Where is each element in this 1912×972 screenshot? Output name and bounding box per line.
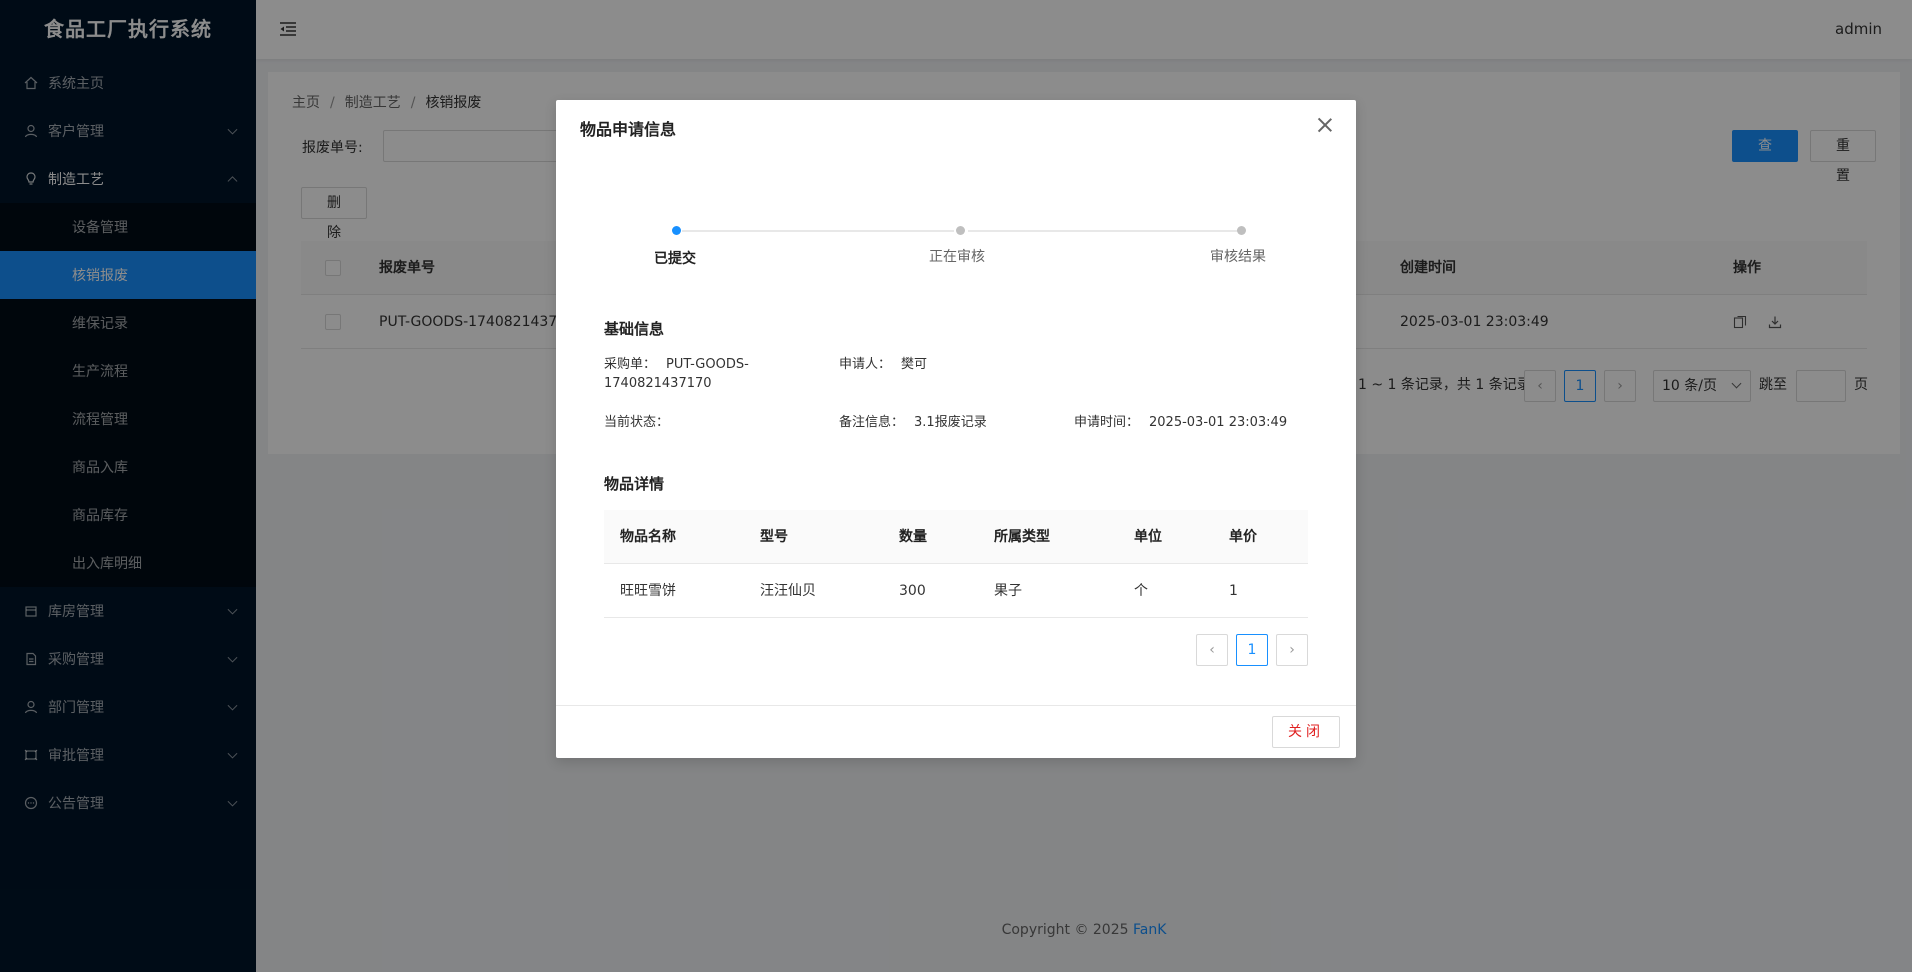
detail-table-header: 物品名称 型号 数量 所属类型 单位 单价 bbox=[604, 510, 1308, 564]
cell-category: 果子 bbox=[994, 583, 1022, 599]
modal-title: 物品申请信息 bbox=[580, 120, 677, 139]
cell-quantity: 300 bbox=[899, 583, 926, 599]
detail-next-page-button[interactable]: › bbox=[1276, 634, 1308, 666]
col-category: 所属类型 bbox=[994, 529, 1050, 545]
info-order-value: PUT-GOODS- bbox=[666, 357, 749, 372]
detail-table-row: 旺旺雪饼 汪汪仙贝 300 果子 个 1 bbox=[604, 564, 1308, 618]
info-order-label: 采购单： bbox=[604, 357, 657, 372]
cell-model: 汪汪仙贝 bbox=[760, 583, 816, 599]
col-price: 单价 bbox=[1229, 529, 1257, 545]
info-remark-label: 备注信息： bbox=[839, 415, 905, 430]
col-model: 型号 bbox=[760, 529, 788, 545]
info-time-value: 2025-03-01 23:03:49 bbox=[1149, 415, 1288, 430]
step-dot-reviewing bbox=[956, 226, 965, 235]
info-remark-value: 3.1报废记录 bbox=[914, 415, 987, 430]
col-unit: 单位 bbox=[1134, 529, 1162, 545]
col-goods-name: 物品名称 bbox=[620, 529, 676, 545]
info-order-value-cont: 1740821437170 bbox=[604, 376, 712, 391]
cell-price: 1 bbox=[1229, 583, 1238, 599]
info-time-label: 申请时间： bbox=[1074, 415, 1140, 430]
basic-info-title: 基础信息 bbox=[604, 320, 665, 338]
info-status: 当前状态： bbox=[604, 413, 679, 432]
step-label-submitted: 已提交 bbox=[654, 251, 696, 267]
col-quantity: 数量 bbox=[899, 529, 927, 545]
info-order: 采购单： PUT-GOODS- 1740821437170 bbox=[604, 355, 804, 393]
step-connector-1 bbox=[682, 230, 954, 232]
cell-goods-name: 旺旺雪饼 bbox=[620, 583, 676, 599]
cell-unit: 个 bbox=[1134, 583, 1148, 599]
detail-page-1-button[interactable]: 1 bbox=[1236, 634, 1268, 666]
detail-prev-page-button[interactable]: ‹ bbox=[1196, 634, 1228, 666]
step-label-reviewing: 正在审核 bbox=[929, 249, 985, 265]
close-button[interactable]: 关闭 bbox=[1272, 716, 1340, 748]
step-connector-2 bbox=[968, 230, 1240, 232]
detail-title: 物品详情 bbox=[604, 475, 665, 493]
close-icon[interactable] bbox=[1318, 118, 1332, 132]
info-applicant: 申请人： 樊可 bbox=[839, 355, 927, 374]
info-time: 申请时间： 2025-03-01 23:03:49 bbox=[1074, 413, 1287, 432]
info-status-label: 当前状态： bbox=[604, 415, 670, 430]
step-label-result: 审核结果 bbox=[1210, 249, 1266, 265]
step-dot-result bbox=[1237, 226, 1246, 235]
info-applicant-value: 樊可 bbox=[901, 357, 928, 372]
step-dot-submitted bbox=[672, 226, 681, 235]
info-applicant-label: 申请人： bbox=[839, 357, 892, 372]
info-remark: 备注信息： 3.1报废记录 bbox=[839, 413, 987, 432]
goods-application-modal: 物品申请信息 已提交 正在审核 审核结果 基础信息 采购单： PUT-GOODS-… bbox=[556, 100, 1356, 758]
modal-footer: 关闭 bbox=[556, 705, 1356, 758]
